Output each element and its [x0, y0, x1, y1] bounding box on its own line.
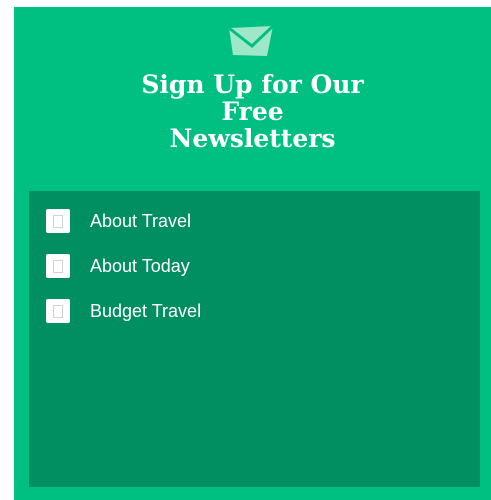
- checkbox-box-icon: [53, 259, 63, 273]
- newsletter-option-label: About Today: [90, 255, 190, 276]
- newsletter-title: Sign Up for Our Free Newsletters: [14, 71, 491, 152]
- newsletter-option-about-today[interactable]: About Today: [46, 252, 190, 280]
- newsletter-list: About Travel About Today Budget Travel: [29, 191, 480, 487]
- newsletter-option-about-travel[interactable]: About Travel: [46, 207, 191, 235]
- checkbox[interactable]: [46, 299, 70, 323]
- title-line-3: Newsletters: [169, 124, 336, 153]
- newsletter-option-budget-travel[interactable]: Budget Travel: [46, 297, 201, 325]
- checkbox-box-icon: [53, 214, 63, 228]
- newsletter-option-label: About Travel: [90, 210, 192, 231]
- title-line-2: Free: [221, 97, 284, 126]
- checkbox[interactable]: [46, 209, 70, 233]
- newsletter-signup-widget: Sign Up for Our Free Newsletters About T…: [14, 7, 491, 500]
- newsletter-option-label: Budget Travel: [90, 300, 202, 321]
- checkbox[interactable]: [46, 254, 70, 278]
- envelope-icon: [228, 24, 275, 56]
- title-line-1: Sign Up for Our: [141, 70, 364, 99]
- checkbox-box-icon: [53, 304, 63, 318]
